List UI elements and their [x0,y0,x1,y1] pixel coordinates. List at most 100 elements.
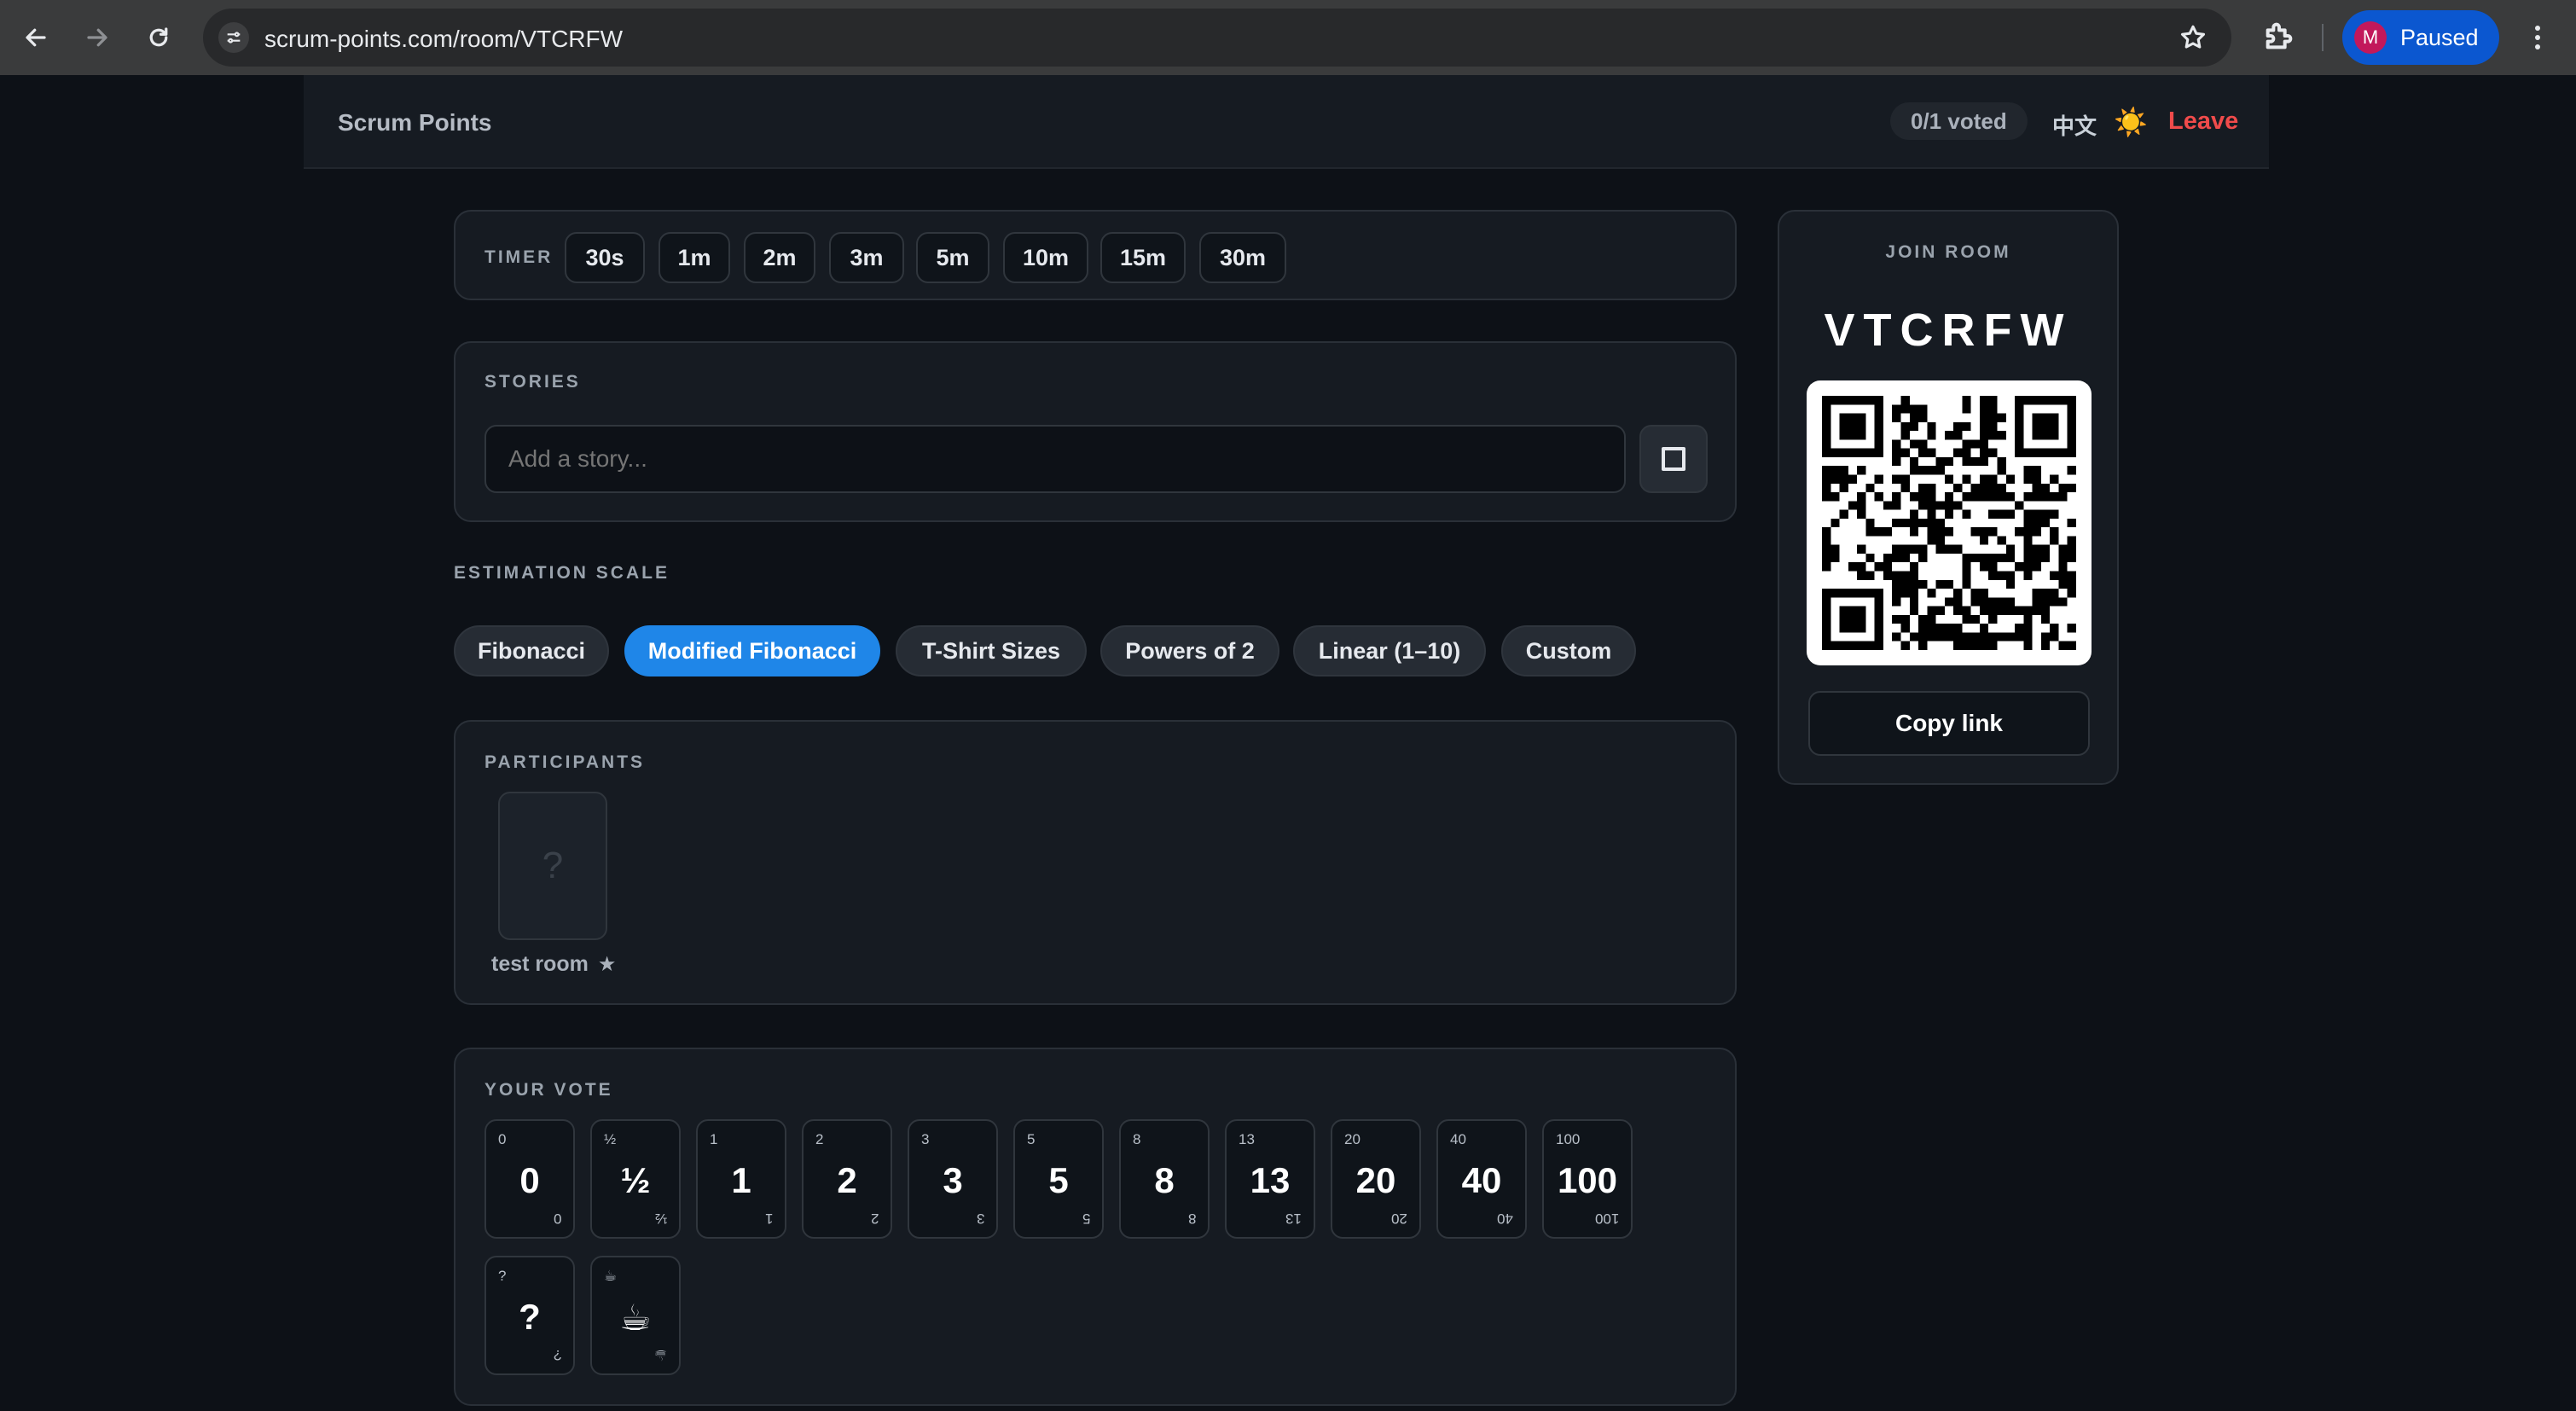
vote-card-value: 0 [519,1160,540,1200]
timer-panel: TIMER 30s 1m 2m 3m 5m 10m 15m 30m [454,210,1737,300]
vote-card-corner: 40 [1497,1211,1513,1227]
language-toggle[interactable]: 中文 [2052,109,2097,141]
stories-label: STORIES [484,372,581,392]
vote-card-value: 100 [1557,1160,1618,1200]
forward-arrow-icon[interactable] [77,17,118,58]
coffee-icon: ☕ [619,1298,652,1338]
participant-name: test room ★ [491,952,616,977]
scale-powers-of-2-button[interactable]: Powers of 2 [1100,625,1279,676]
vote-card[interactable]: 555 [1013,1119,1104,1239]
back-arrow-icon[interactable] [15,17,56,58]
vote-card[interactable]: 20 20 20 [1331,1119,1421,1239]
timer-label: TIMER [484,247,554,267]
qr-code [1807,380,2092,665]
toolbar-divider [2322,24,2324,51]
vote-card[interactable]: 13 13 13 [1225,1119,1315,1239]
timer-2m-button[interactable]: 2m [744,232,815,283]
vote-card[interactable]: ½½½ [590,1119,681,1239]
vote-card[interactable]: 333 [908,1119,998,1239]
join-room-panel: JOIN ROOM VTCRFW Copy link [1778,210,2119,785]
vote-card[interactable]: 100 100 100 [1542,1119,1633,1239]
vote-card-corner: 2 [870,1211,879,1227]
vote-card-corner: ½ [654,1211,667,1227]
square-icon [1662,447,1685,471]
vote-card-corner: 8 [1187,1211,1196,1227]
copy-link-button[interactable]: Copy link [1808,691,2090,756]
timer-3m-button[interactable]: 3m [829,232,904,283]
vote-card-value: ? [519,1297,541,1337]
vote-card-corner: ? [498,1268,507,1284]
estimation-scale-label: ESTIMATION SCALE [454,563,670,583]
add-story-button[interactable] [1639,425,1708,493]
vote-card-corner: 40 [1450,1131,1466,1147]
participants-panel: PARTICIPANTS ? test room ★ [454,720,1737,1005]
extensions-puzzle-icon[interactable] [2262,19,2296,53]
vote-card-corner: 0 [553,1211,561,1227]
timer-5m-button[interactable]: 5m [916,232,989,283]
vote-card-value: 13 [1250,1160,1291,1200]
scale-custom-button[interactable]: Custom [1501,625,1636,676]
vote-panel: YOUR VOTE 0 0 0 ½ ½ ½ 1 1 1 2 2 2 3 3 3 5 5 5 8 8 8 13 13 13 20 2… [454,1048,1737,1406]
vote-card-corner: 13 [1239,1131,1255,1147]
vote-card-corner: ☕ [653,1347,667,1363]
participants-label: PARTICIPANTS [484,752,646,772]
address-bar[interactable]: scrum-points.com/room/VTCRFW [203,9,2231,67]
vote-card-corner: 13 [1285,1211,1302,1227]
vote-card-value: 5 [1048,1160,1069,1200]
timer-15m-button[interactable]: 15m [1100,232,1186,283]
vote-card-value: 40 [1461,1160,1502,1200]
site-settings-icon[interactable] [218,22,249,53]
participant-name-text: test room [491,952,589,976]
scale-linear-button[interactable]: Linear (1–10) [1293,625,1486,676]
vote-card-corner: 1 [764,1211,773,1227]
join-room-label: JOIN ROOM [1885,242,2011,262]
participant-card: ? [498,792,607,940]
vote-card-value: 20 [1355,1160,1396,1200]
leave-button[interactable]: Leave [2168,107,2238,136]
timer-30m-button[interactable]: 30m [1199,232,1286,283]
vote-card-corner: ? [553,1347,561,1363]
vote-card-value: 3 [943,1160,963,1200]
profile-button[interactable]: M Paused [2342,10,2499,65]
vote-card[interactable]: 40 40 40 [1436,1119,1527,1239]
avatar: M [2354,21,2387,54]
vote-card-corner: 0 [498,1131,507,1147]
vote-card-corner: 20 [1391,1211,1407,1227]
vote-card[interactable]: ??? [484,1256,575,1375]
bookmark-star-icon[interactable] [2179,23,2208,52]
vote-card-corner: ☕ [604,1268,618,1284]
vote-card-corner: 1 [710,1131,718,1147]
vote-card-corner: 8 [1133,1131,1141,1147]
brand-title[interactable]: Scrum Points [338,109,491,136]
more-menu-icon[interactable] [2525,19,2550,56]
timer-10m-button[interactable]: 10m [1003,232,1088,283]
sun-icon[interactable]: ☀️ [2114,106,2148,138]
vote-card[interactable]: ☕ ☕ ☕ [590,1256,681,1375]
browser-toolbar: scrum-points.com/room/VTCRFW M Paused [0,0,2576,75]
voted-count-badge: 0/1 voted [1890,102,2028,140]
your-vote-label: YOUR VOTE [484,1080,613,1100]
scale-modified-fibonacci-button[interactable]: Modified Fibonacci [624,625,880,676]
timer-1m-button[interactable]: 1m [659,232,730,283]
vote-card-value: ½ [620,1160,651,1200]
add-story-input[interactable] [484,425,1626,493]
vote-card[interactable]: 222 [802,1119,892,1239]
vote-card-corner: 3 [921,1131,930,1147]
vote-card-value: 2 [837,1160,857,1200]
vote-card-corner: 3 [976,1211,984,1227]
scale-fibonacci-button[interactable]: Fibonacci [454,625,609,676]
vote-card-corner: 20 [1344,1131,1361,1147]
qr-code-image [1822,396,2076,650]
room-code: VTCRFW [1824,305,2073,356]
scale-tshirt-sizes-button[interactable]: T-Shirt Sizes [896,625,1087,676]
url-text[interactable]: scrum-points.com/room/VTCRFW [264,26,623,53]
vote-card[interactable]: 111 [696,1119,786,1239]
app-header: Scrum Points 0/1 voted 中文 ☀️ Leave [304,75,2269,169]
vote-card-corner: 100 [1556,1131,1581,1147]
vote-card[interactable]: 888 [1119,1119,1210,1239]
vote-card-corner: 5 [1082,1211,1090,1227]
timer-30s-button[interactable]: 30s [565,232,645,283]
reload-icon[interactable] [138,17,179,58]
vote-card[interactable]: 000 [484,1119,575,1239]
stories-panel: STORIES [454,341,1737,522]
